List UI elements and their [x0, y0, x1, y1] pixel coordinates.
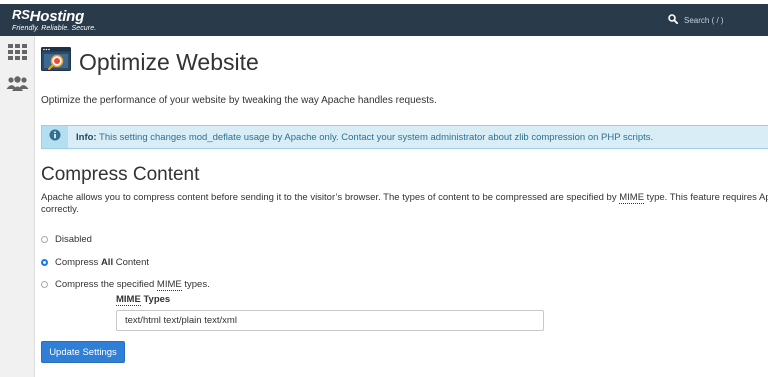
logo-brand: RSHosting — [12, 7, 96, 24]
radio-button-selected[interactable] — [41, 259, 48, 266]
radio-compress-specified[interactable]: Compress the specified MIME types. — [41, 279, 210, 291]
radio-button[interactable] — [41, 236, 48, 243]
section-description: Apache allows you to compress content be… — [41, 192, 768, 218]
radio-label: Compress All Content — [55, 257, 149, 268]
mime-label-abbr: MIME — [116, 294, 141, 306]
header-bar: RSHosting Friendly. Reliable. Secure. Se… — [0, 4, 768, 36]
info-label: Info: — [76, 131, 97, 143]
desc-part-2: type. This feature requires Apa — [644, 192, 768, 203]
info-icon — [49, 128, 61, 146]
info-alert: Info: This setting changes mod_deflate u… — [41, 125, 768, 149]
section-description-line-2: correctly. — [41, 204, 79, 215]
logo-prefix: RS — [12, 7, 30, 22]
radio-label-text: Compress the specified — [55, 279, 157, 290]
title-row: Optimize Website — [41, 47, 259, 76]
users-icon[interactable] — [6, 76, 29, 92]
radio-label-text: Compress — [55, 257, 101, 268]
radio-disabled[interactable]: Disabled — [41, 234, 92, 245]
brand-logo[interactable]: RSHosting Friendly. Reliable. Secure. — [12, 7, 96, 33]
search-box[interactable]: Search ( / ) — [668, 13, 724, 27]
mime-label-rest: Types — [140, 294, 171, 305]
section-description-line-1: Apache allows you to compress content be… — [41, 192, 768, 204]
desc-part-1: Apache allows you to compress content be… — [41, 192, 620, 203]
radio-label: Compress the specified MIME types. — [55, 279, 210, 291]
mime-types-label: MIME Types — [116, 294, 171, 306]
left-sidebar — [0, 36, 35, 377]
info-text: Info: This setting changes mod_deflate u… — [76, 132, 653, 143]
optimize-website-icon — [41, 47, 71, 76]
radio-label-abbr: MIME — [156, 279, 182, 291]
page-title: Optimize Website — [79, 48, 259, 75]
info-icon-box — [42, 126, 68, 148]
logo-tagline: Friendly. Reliable. Secure. — [12, 25, 97, 32]
radio-label-text-end: types. — [181, 279, 210, 290]
mime-abbr: MIME — [619, 192, 645, 204]
radio-label-text: Disabled — [55, 234, 92, 245]
page-description: Optimize the performance of your website… — [41, 95, 437, 106]
radio-compress-all[interactable]: Compress All Content — [41, 257, 149, 268]
grid-icon[interactable] — [8, 44, 27, 60]
update-settings-button[interactable]: Update Settings — [41, 341, 125, 363]
info-message: This setting changes mod_deflate usage b… — [96, 131, 654, 143]
search-icon — [668, 11, 679, 29]
radio-label-text-end: Content — [113, 257, 149, 268]
radio-button[interactable] — [41, 281, 48, 288]
radio-label: Disabled — [55, 234, 92, 245]
search-label: Search ( / ) — [684, 15, 724, 25]
radio-label-bold: All — [100, 257, 114, 268]
logo-name: Hosting — [29, 8, 85, 25]
section-title: Compress Content — [41, 164, 200, 185]
mime-types-input[interactable] — [116, 310, 544, 331]
